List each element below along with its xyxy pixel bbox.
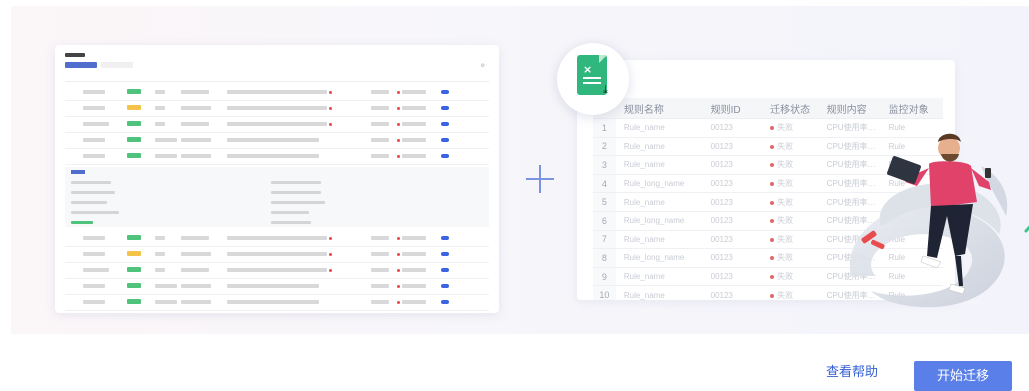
status-dot-icon	[770, 200, 775, 205]
preview-create-button	[65, 62, 97, 68]
column-header-rule-name: 规则名称	[615, 98, 703, 119]
rule-id-cell: 00123	[702, 155, 763, 175]
status-cell: 失败	[762, 118, 819, 138]
rule-name-cell: Rule_long_name	[615, 248, 703, 268]
rule-name-cell: Rule_name	[615, 192, 703, 212]
rule-id-cell: 00123	[702, 285, 763, 300]
status-dot-icon	[770, 126, 775, 131]
rule-name-cell: Rule_name	[615, 267, 703, 287]
status-cell: 失败	[762, 230, 819, 250]
row-index: 2	[593, 137, 616, 157]
status-dot-icon	[770, 274, 775, 279]
status-text: 失败	[777, 197, 794, 207]
row-index: 5	[593, 192, 616, 212]
rule-id-cell: 00123	[702, 230, 763, 250]
gear-icon: ⚙	[480, 63, 485, 69]
rule-name-cell: Rule_name	[615, 155, 703, 175]
rule-id-cell: 00123	[702, 267, 763, 287]
row-index: 9	[593, 267, 616, 287]
rule-id-cell: 00123	[702, 192, 763, 212]
rule-id-cell: 00123	[702, 118, 763, 138]
rule-id-cell: 00123	[702, 137, 763, 157]
rule-name-cell: Rule_long_name	[615, 174, 703, 194]
row-index: 8	[593, 248, 616, 268]
column-header-migration-status: 迁移状态	[762, 98, 819, 119]
status-text: 失败	[777, 141, 794, 151]
preview-table-header	[65, 73, 489, 82]
preview-row	[65, 117, 489, 133]
preview-search	[101, 62, 133, 68]
preview-row	[65, 247, 489, 263]
preview-row	[65, 101, 489, 117]
status-text: 失败	[777, 272, 794, 282]
rule-name-cell: Rule_name	[615, 230, 703, 250]
column-header-rule-id: 规则ID	[702, 98, 763, 119]
rule-id-cell: 00123	[702, 248, 763, 268]
person-illustration	[849, 133, 1029, 308]
preview-row	[65, 133, 489, 149]
rule-id-cell: 00123	[702, 211, 763, 231]
rule-id-cell: 00123	[702, 174, 763, 194]
rule-list-preview: ⚙	[55, 45, 499, 313]
row-index: 4	[593, 174, 616, 194]
download-icon: ⤓	[603, 83, 608, 96]
excel-file-icon: × ⤓	[557, 43, 629, 115]
rule-name-cell: Rule_long_name	[615, 211, 703, 231]
preview-row	[65, 85, 489, 101]
plus-icon	[525, 164, 555, 194]
status-cell: 失败	[762, 267, 819, 287]
status-text: 失败	[777, 160, 794, 170]
row-index: 7	[593, 230, 616, 250]
preview-row	[65, 231, 489, 247]
status-text: 失败	[777, 253, 794, 263]
rule-name-cell: Rule_name	[615, 118, 703, 138]
rule-name-cell: Rule_name	[615, 285, 703, 300]
preview-detail-panel	[65, 167, 489, 227]
status-cell: 失败	[762, 174, 819, 194]
status-cell: 失败	[762, 211, 819, 231]
status-dot-icon	[770, 181, 775, 186]
status-text: 失败	[777, 216, 794, 226]
preview-title-placeholder	[65, 53, 85, 57]
status-dot-icon	[770, 163, 775, 168]
rule-name-cell: Rule_name	[615, 137, 703, 157]
row-index: 10	[593, 285, 616, 300]
row-index: 1	[593, 118, 616, 138]
preview-row	[65, 295, 489, 311]
preview-row	[65, 263, 489, 279]
status-dot-icon	[770, 219, 775, 224]
status-cell: 失败	[762, 192, 819, 212]
status-cell: 失败	[762, 137, 819, 157]
status-text: 失败	[777, 179, 794, 189]
status-dot-icon	[770, 293, 775, 298]
status-cell: 失败	[762, 248, 819, 268]
status-text: 失败	[777, 290, 794, 300]
status-text: 失败	[777, 123, 794, 133]
help-link[interactable]: 查看帮助	[826, 363, 878, 381]
hero-banner: ⚙ 规则名称 规则ID 迁移状态 规则内容 监控对象 1 Rule_name 0…	[11, 6, 1029, 334]
row-index: 3	[593, 155, 616, 175]
status-cell: 失败	[762, 155, 819, 175]
row-index: 6	[593, 211, 616, 231]
status-dot-icon	[770, 237, 775, 242]
status-cell: 失败	[762, 285, 819, 300]
preview-row	[65, 149, 489, 165]
status-text: 失败	[777, 234, 794, 244]
status-dot-icon	[770, 256, 775, 261]
status-dot-icon	[770, 144, 775, 149]
preview-row	[65, 279, 489, 295]
start-migration-button[interactable]: 开始迁移	[914, 361, 1012, 391]
